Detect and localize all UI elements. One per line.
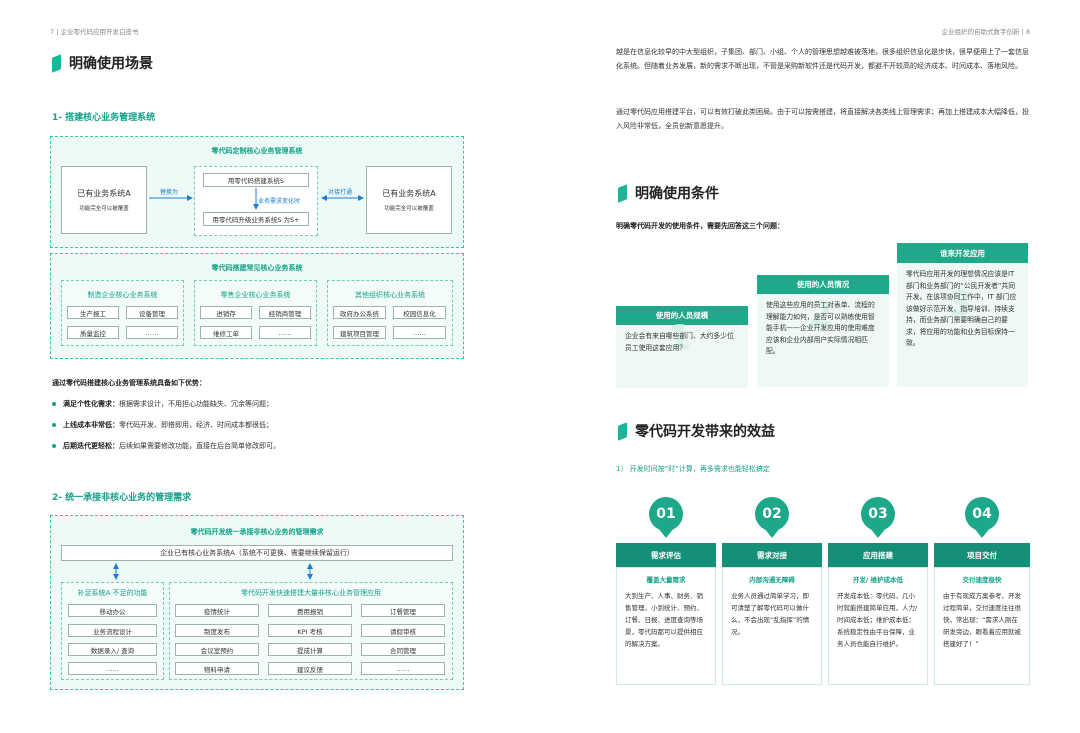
diagram2-right-item: 会议室预约 [175,643,259,656]
diagram2-right-item: KPI 考核 [268,624,352,637]
intro-paragraph-1: 越是在信息化较早的中大型组织，子集团、部门、小组、个人的管理思想越难被落地，很多… [616,48,1029,70]
diagram1-bottom-title: 零代码搭建常见核心业务系统 [211,264,303,272]
step-number-02: 02 [755,497,789,531]
advantage-item: 后期迭代更轻松： 后续如果需要修改功能，直接在后台简单修改即可。 [52,441,280,451]
diagram1-arrow-left-label: 替换为 [160,189,179,196]
benefit-card-2: 02 需求对接 内部沟通无障碍 业务人员通过简单学习，即可清楚了解零代码可以做什… [722,497,822,685]
bullet-icon [52,423,56,427]
diagram1-top-title: 零代码定制核心业务管理系统 [211,147,303,155]
flag-icon [52,53,61,73]
condition-card-2: 使用的人员情况 2 使用这些应用的员工对表单、流程的理解能力如何，是否可以熟练使… [757,275,889,387]
diagram2-right-item: 物料申请 [175,662,259,675]
step-number-01: 01 [649,497,683,531]
group-retail-item: 维修工单 [200,326,252,339]
group-retail-item: 经销商管理 [259,306,311,319]
diagram1-center-bottom: 用零代码升级业务系统S 为S+ [203,212,309,226]
diagram2-right-item: 建议反馈 [268,662,352,675]
group-other-item: 校园信息化 [393,306,446,319]
condition-card-1: 使用的人员规模 1 企业会有来自哪些部门、大约多少位员工使用这套应用？ [616,306,748,388]
group-manufacturing-item: …… [126,326,178,339]
diagram2-arrows [113,563,313,580]
flag-icon [618,421,627,441]
diagram2-right-item: 订餐管理 [361,604,445,617]
group-retail-item: …… [259,326,311,339]
diagram2-right-item: 合同管理 [361,643,445,656]
step-number-03: 03 [861,497,895,531]
group-manufacturing-item: 生产报工 [67,306,119,319]
page-header-left: 7 | 企业零代码应用开发白皮书 [50,28,139,36]
advantage-item: 满足个性化需求： 根据需求设计，不用担心功能缺失、冗余等问题； [52,399,273,409]
group-other-item: 建筑项目管理 [333,326,386,339]
advantages-title: 通过零代码搭建核心业务管理系统具备如下优势： [52,379,206,387]
subsection-1-title: 1- 搭建核心业务管理系统 [52,113,156,123]
diagram2-left-item: 数据录入/ 查询 [68,643,157,656]
bullet-icon [52,444,56,448]
group-manufacturing-item: 质量监控 [67,326,119,339]
diagram1-right-box: 已有业务系统A 功能完全可以被覆盖 [366,166,452,234]
benefit-card-1: 01 需求评估 覆盖大量需求 大到生产、人事、财务、销售管理，小到统计、预约、订… [616,497,716,685]
diagram2-title: 零代码开发统一承接非核心业务的管理需求 [190,528,324,536]
diagram2-left-item: …… [68,662,157,675]
group-other-title: 其他组织核心业务系统 [355,291,425,299]
step-number-04: 04 [965,497,999,531]
section-title-benefits: 零代码开发带来的效益 [618,421,775,441]
page-header-right: 企业组织的自助式数字创新 | 8 [941,28,1030,36]
diagram2-right-item: 请假审核 [361,624,445,637]
group-other-item: 政府办公系统 [333,306,386,319]
flag-icon [618,183,627,203]
diagram2-left-item: 移动办公 [68,604,157,617]
diagram2-right-item: 疫情统计 [175,604,259,617]
diagram1-left-box: 已有业务系统A 功能完全可以被覆盖 [61,166,147,234]
group-retail-title: 零售企业核心业务系统 [220,291,291,299]
diagram2-top-bar: 企业已有核心业务系统A（系统不可更换、需要继续保留运行） [61,545,453,561]
bullet-icon [52,402,56,406]
diagram1-arrow-right-label: 对接打通 [328,189,353,196]
diagram2-right-title: 零代码开发快速搭建大量非核心业务管理应用 [241,589,381,597]
section-title-conditions: 明确使用条件 [618,183,719,203]
diagram1-center-mid: 业务需求变化时 [258,198,301,205]
group-retail-item: 进销存 [200,306,252,319]
conditions-lead: 明确零代码开发的使用条件，需要先回答这三个问题： [616,222,784,230]
diagram2-right-item: 提成计算 [268,643,352,656]
diagram2-right-item: 制度发布 [175,624,259,637]
diagram2-left-title: 补足系统A 不足的功能 [77,589,148,597]
group-other-item: …… [393,326,446,339]
benefits-subtitle: 1） 开发时间按“时”计算，再多需求也能轻松搞定 [616,465,770,473]
condition-card-3: 谁来开发应用 3 零代码应用开发的理想情况应该是IT 部门和业务部门的“公民开发… [897,243,1028,387]
benefit-card-3: 03 应用搭建 开发/ 维护成本低 开发成本低：零代码，几小时就能搭建简单应用，… [828,497,928,685]
section-title-usage: 明确使用场景 [52,53,153,73]
benefit-card-4: 04 项目交付 交付速度极快 由于有现成方案参考、开发过程简单，交付速度往往很快… [934,497,1030,685]
subsection-2-title: 2- 统一承接非核心业务的管理需求 [52,493,192,503]
group-manufacturing-item: 设备管理 [126,306,178,319]
intro-paragraph-2: 通过零代码应用搭建平台，可以有效打破此类困局。由于可以按需搭建，将直接解决各类线… [616,108,1029,130]
diagram1-center-top: 用零代码搭建系统S [203,173,309,187]
group-manufacturing-title: 制造企业核心业务系统 [87,291,158,299]
diagram2-left-item: 业务流程设计 [68,624,157,637]
diagram2-right-item: 费用报销 [268,604,352,617]
diagram2-right-item: …… [361,662,445,675]
advantage-item: 上线成本非常低： 零代码开发、即搭即用，经济、时间成本都很低； [52,420,273,430]
